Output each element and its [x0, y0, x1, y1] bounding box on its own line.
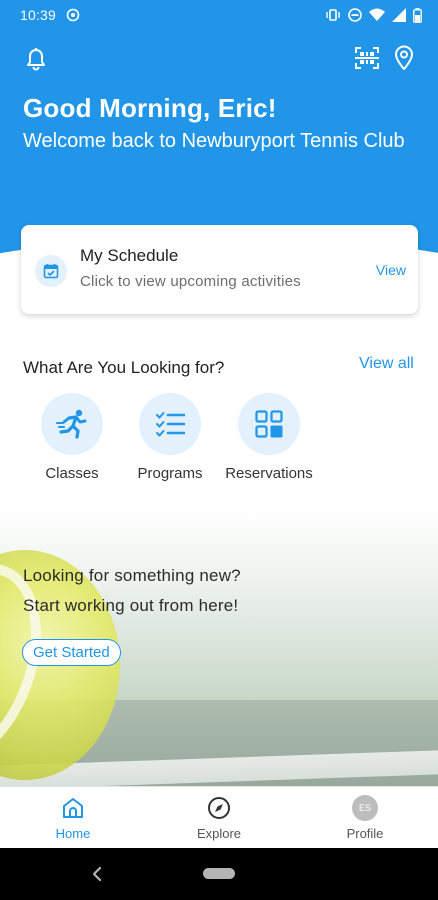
nav-explore[interactable]: Explore: [169, 795, 269, 841]
home-pill[interactable]: [203, 868, 235, 879]
category-label: Reservations: [225, 465, 313, 482]
qr-scan-icon[interactable]: [353, 44, 381, 72]
category-classes[interactable]: Classes: [22, 393, 122, 482]
vibrate-icon: [325, 8, 341, 22]
view-all-link[interactable]: View all: [359, 355, 414, 373]
bottom-navigation: Home Explore ES Profile: [0, 786, 438, 848]
schedule-subtitle: Click to view upcoming activities: [80, 273, 301, 290]
schedule-title: My Schedule: [80, 246, 179, 265]
back-icon[interactable]: [90, 864, 106, 884]
category-programs[interactable]: Programs: [120, 393, 220, 482]
home-icon: [23, 795, 123, 821]
signal-icon: [392, 8, 406, 22]
welcome-subtitle: Welcome back to Newburyport Tennis Club: [23, 130, 405, 152]
status-time: 10:39: [20, 7, 57, 23]
looking-for-title: What Are You Looking for?: [23, 358, 225, 377]
nav-home[interactable]: Home: [23, 795, 123, 841]
my-schedule-card[interactable]: My Schedule Click to view upcoming activ…: [21, 225, 418, 314]
get-started-button[interactable]: Get Started: [22, 639, 121, 666]
calendar-icon: [35, 255, 67, 287]
avatar-wrapper: ES: [315, 795, 415, 821]
status-notification-icon: [66, 8, 80, 22]
nav-label: Profile: [346, 826, 384, 841]
wifi-icon: [369, 8, 385, 22]
runner-icon: [41, 393, 103, 455]
checklist-icon: [139, 393, 201, 455]
do-not-disturb-icon: [348, 8, 362, 22]
location-pin-icon[interactable]: [390, 44, 418, 72]
bell-icon[interactable]: [22, 44, 50, 72]
system-navigation-bar: [0, 848, 438, 900]
schedule-view-link[interactable]: View: [376, 262, 406, 278]
nav-label: Explore: [196, 826, 242, 841]
promo-subline: Start working out from here!: [23, 596, 239, 615]
status-bar: 10:39: [0, 0, 438, 30]
greeting-title: Good Morning, Eric!: [23, 93, 277, 123]
nav-label: Home: [55, 826, 91, 841]
nav-profile[interactable]: ES Profile: [315, 795, 415, 841]
category-label: Programs: [137, 465, 203, 482]
category-label: Classes: [45, 465, 99, 482]
battery-icon: [413, 7, 422, 23]
category-reservations[interactable]: Reservations: [219, 393, 319, 482]
avatar: ES: [352, 795, 378, 821]
compass-icon: [169, 795, 269, 821]
grid-icon: [238, 393, 300, 455]
promo-headline: Looking for something new?: [23, 566, 241, 585]
